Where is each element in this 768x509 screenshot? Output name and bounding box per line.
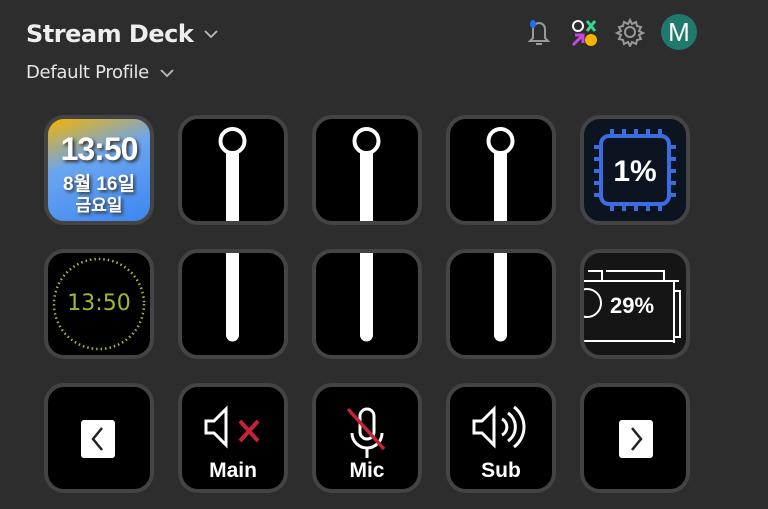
previous-page-key[interactable] — [44, 383, 154, 493]
gpu-usage: 29% — [610, 293, 655, 318]
next-page-key[interactable] — [580, 383, 690, 493]
chevron-down-icon — [204, 30, 218, 39]
cpu-usage: 1% — [613, 155, 657, 188]
marketplace-icon[interactable] — [569, 16, 599, 48]
profile-name: Default Profile — [26, 62, 149, 83]
slider-key-3-bottom[interactable] — [446, 249, 556, 359]
speaker-on-icon — [472, 405, 526, 449]
date-clock-weekday: 금요일 — [75, 196, 123, 215]
app-title[interactable]: Stream Deck — [26, 20, 219, 48]
gpu-key[interactable]: 29% — [580, 249, 690, 359]
slider-knob[interactable] — [450, 119, 552, 221]
chevron-right-icon — [619, 420, 653, 458]
speaker-muted-icon — [204, 405, 260, 449]
date-clock-time: 13:50 — [60, 131, 139, 167]
bell-icon[interactable] — [525, 16, 553, 48]
slider-key-1-bottom[interactable] — [178, 249, 288, 359]
date-clock-key[interactable]: 13:50 8월 16일 금요일 — [44, 115, 154, 225]
slider-track[interactable] — [450, 253, 552, 355]
mic-muted-icon — [346, 407, 386, 458]
avatar[interactable]: M — [661, 14, 697, 50]
sub-volume-key[interactable]: Sub — [446, 383, 556, 493]
cpu-key[interactable]: 1% — [580, 115, 690, 225]
slider-track[interactable] — [316, 253, 418, 355]
mic-label: Mic — [349, 459, 385, 482]
gear-icon[interactable] — [615, 17, 645, 47]
slider-key-2-top[interactable] — [312, 115, 422, 225]
slider-knob[interactable] — [316, 119, 418, 221]
profile-selector[interactable]: Default Profile — [26, 62, 175, 83]
slider-key-1-top[interactable] — [178, 115, 288, 225]
analog-clock-time: 13:50 — [67, 291, 131, 316]
app-title-text: Stream Deck — [26, 20, 194, 48]
slider-knob[interactable] — [182, 119, 284, 221]
analog-clock-key[interactable]: 13:50 — [44, 249, 154, 359]
slider-key-3-top[interactable] — [446, 115, 556, 225]
main-volume-key[interactable]: Main — [178, 383, 288, 493]
main-label: Main — [209, 459, 257, 482]
sub-label: Sub — [481, 459, 521, 482]
chevron-down-icon — [160, 68, 174, 77]
mic-key[interactable]: Mic — [312, 383, 422, 493]
slider-key-2-bottom[interactable] — [312, 249, 422, 359]
slider-track[interactable] — [182, 253, 284, 355]
chevron-left-icon — [81, 420, 115, 458]
